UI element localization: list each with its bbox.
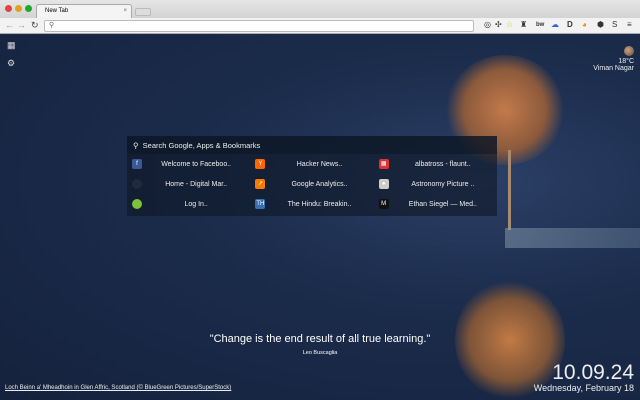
shortcut-label: Hacker News..: [296, 160, 343, 168]
search-placeholder: Search Google, Apps & Bookmarks: [142, 141, 261, 150]
launcher-panel: ⚲ Search Google, Apps & Bookmarks f Welco…: [127, 136, 497, 216]
extension-icon[interactable]: S: [612, 20, 617, 29]
shortcut-tile[interactable]: Log In..: [127, 194, 250, 214]
moon-icon: [624, 46, 634, 56]
star-icon[interactable]: ☆: [506, 20, 513, 29]
minimize-window-button[interactable]: [15, 5, 22, 12]
shortcut-favicon-icon: Y: [255, 159, 266, 169]
menu-icon[interactable]: ≡: [627, 20, 632, 29]
shortcut-label: albatross - flaunt..: [415, 160, 471, 168]
shortcut-tile[interactable]: TH The Hindu: Breakin..: [250, 194, 373, 214]
shortcut-label: The Hindu: Breakin..: [287, 200, 352, 208]
temperature: 18°C: [618, 58, 634, 65]
shortcut-tile[interactable]: ● Astronomy Picture ..: [374, 174, 497, 194]
shortcut-tile[interactable]: M Ethan Siegel — Med..: [374, 194, 497, 214]
location: Viman Nagar: [593, 65, 634, 72]
cloud-icon[interactable]: ☁: [551, 20, 559, 29]
background-image: [0, 35, 640, 400]
shortcut-tile[interactable]: Home - Digital Mar..: [127, 174, 250, 194]
forward-icon[interactable]: →: [17, 20, 26, 30]
shortcut-favicon-icon: TH: [255, 199, 266, 209]
maximize-window-button[interactable]: [25, 5, 32, 12]
shortcut-favicon-icon: ↗: [255, 179, 266, 189]
extension-bw-icon[interactable]: bw: [536, 22, 544, 28]
search-input[interactable]: ⚲ Search Google, Apps & Bookmarks: [127, 136, 497, 154]
tab-title: New Tab: [45, 8, 69, 14]
clock-date: Wednesday, February 18: [533, 383, 634, 393]
search-icon: ⚲: [133, 141, 139, 150]
reload-icon[interactable]: ↻: [31, 20, 39, 31]
gear-icon[interactable]: ⚙: [7, 58, 15, 69]
shortcut-tile[interactable]: ▦ albatross - flaunt..: [374, 154, 497, 174]
address-bar[interactable]: ⚲: [44, 20, 474, 32]
shortcut-label: Home - Digital Mar..: [165, 180, 228, 188]
shortcut-favicon-icon: [132, 199, 142, 209]
shortcut-tile[interactable]: ↗ Google Analytics..: [250, 174, 373, 194]
extension-icon[interactable]: ⬢: [597, 20, 604, 29]
shortcut-favicon-icon: M: [378, 199, 389, 209]
apps-icon[interactable]: ▦: [7, 40, 16, 51]
shortcut-label: Log In..: [184, 200, 208, 208]
photo-credit-link[interactable]: Loch Beinn a' Mheadhoin in Glen Affric, …: [5, 385, 231, 391]
shortcut-label: Ethan Siegel — Med..: [408, 200, 477, 208]
tree-trunk: [508, 150, 511, 230]
location-icon[interactable]: ◎: [484, 20, 491, 29]
search-icon: ⚲: [49, 22, 55, 29]
tab-close-icon[interactable]: ×: [123, 8, 127, 14]
shortcut-favicon-icon: ●: [378, 179, 389, 189]
shortcut-tile[interactable]: f Welcome to Faceboo..: [127, 154, 250, 174]
extension-d-icon[interactable]: D: [567, 20, 573, 29]
back-icon[interactable]: ←: [5, 20, 14, 30]
shortcut-label: Astronomy Picture ..: [411, 180, 475, 188]
toolbar: ← → ↻ ⚲ ◎ ✣ ☆ ♜ bw ☁ D ◕ ⬢ S ≡: [0, 18, 640, 34]
shortcut-favicon-icon: [132, 179, 142, 189]
water: [505, 228, 640, 248]
clock: 10.09.24 Wednesday, February 18: [534, 362, 634, 393]
shortcut-favicon-icon: ▦: [378, 159, 389, 169]
clock-time: 10.09.24: [552, 361, 634, 384]
quote-author: Leo Buscaglia: [302, 350, 338, 356]
shortcut-label: Welcome to Faceboo..: [161, 160, 232, 168]
tab-new-tab[interactable]: New Tab ×: [36, 4, 132, 18]
tab-bar: New Tab ×: [0, 0, 640, 18]
shortcut-label: Google Analytics..: [291, 180, 348, 188]
extension-icon[interactable]: ✣: [495, 20, 502, 29]
weather-widget[interactable]: 18°C Viman Nagar: [593, 46, 634, 72]
shortcut-tile[interactable]: Y Hacker News..: [250, 154, 373, 174]
shortcut-favicon-icon: f: [132, 159, 142, 169]
new-tab-button[interactable]: [135, 8, 151, 16]
extension-icon[interactable]: ◕: [582, 20, 587, 29]
extension-icon[interactable]: ♜: [520, 20, 527, 29]
close-window-button[interactable]: [5, 5, 12, 12]
quote-text: "Change is the end result of all true le…: [209, 333, 431, 345]
